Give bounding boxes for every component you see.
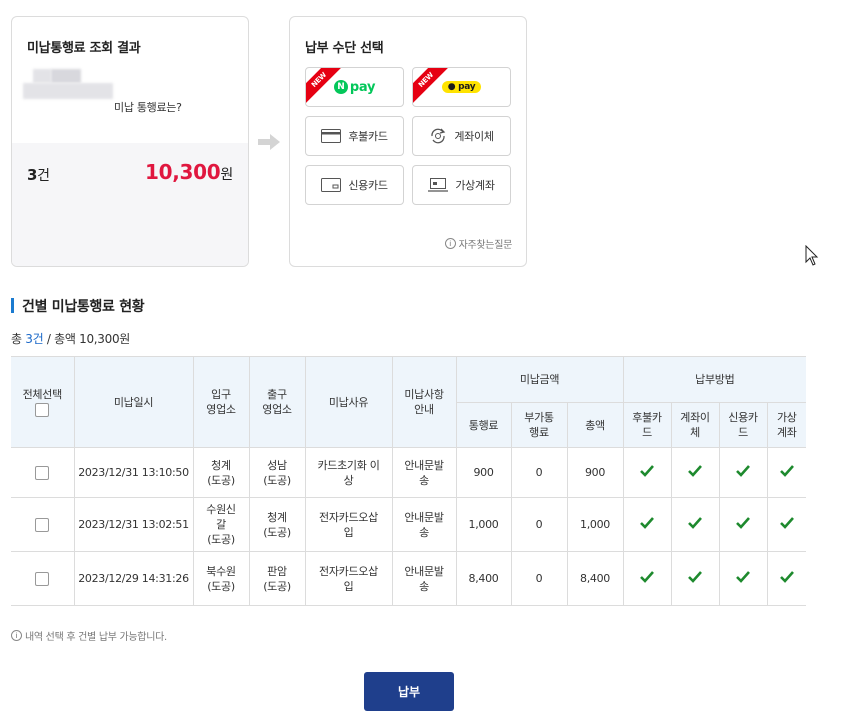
laptop-icon bbox=[428, 178, 449, 192]
check-icon bbox=[779, 464, 794, 477]
result-card-title: 미납통행료 조회 결과 bbox=[27, 41, 141, 56]
header-entry: 입구 영업소 bbox=[192, 356, 250, 448]
row-date: 2023/12/29 14:31:26 bbox=[73, 551, 194, 606]
account-transfer-button[interactable]: 계좌이체 bbox=[412, 116, 511, 156]
header-date: 미납일시 bbox=[73, 356, 194, 448]
kakao-pay-button[interactable]: NEW ● pay bbox=[412, 67, 511, 107]
header-toll: 통행료 bbox=[456, 402, 512, 448]
pay-submit-button[interactable]: 납부 bbox=[364, 672, 454, 711]
payment-method-title: 납부 수단 선택 bbox=[305, 41, 384, 56]
check-icon bbox=[688, 464, 703, 477]
virtual-account-button[interactable]: 가상계좌 bbox=[412, 165, 511, 205]
row-total: 900 bbox=[566, 447, 624, 498]
row-guide: 안내문발 송 bbox=[391, 497, 457, 552]
header-credit-card: 신용카 드 bbox=[718, 402, 768, 448]
credit-card-button[interactable]: 신용카드 bbox=[305, 165, 404, 205]
header-amount-group: 미납금액 bbox=[455, 356, 624, 403]
check-icon bbox=[688, 570, 703, 583]
check-icon bbox=[736, 516, 751, 529]
result-card: 미납통행료 조회 결과 미납 통행료는? 3건 10,300원 bbox=[11, 16, 249, 267]
row-surcharge: 0 bbox=[510, 551, 568, 606]
info-icon: i bbox=[11, 630, 22, 641]
select-all-header: 전체선택 bbox=[11, 356, 75, 448]
check-icon bbox=[736, 464, 751, 477]
header-guide: 미납사항 안내 bbox=[391, 356, 457, 448]
header-deferred-card: 후불카 드 bbox=[622, 402, 672, 448]
row-reason: 전자카드오삽 입 bbox=[304, 497, 393, 552]
select-all-checkbox[interactable] bbox=[35, 403, 50, 417]
header-total: 총액 bbox=[566, 402, 624, 448]
kakao-pay-logo: ● pay bbox=[441, 81, 482, 93]
deferred-card-button[interactable]: 후불카드 bbox=[305, 116, 404, 156]
row-total: 8,400 bbox=[566, 551, 624, 606]
mouse-cursor-icon bbox=[805, 245, 819, 266]
row-entry: 북수원 (도공) bbox=[192, 551, 250, 606]
row-reason: 전자카드오삽 입 bbox=[304, 551, 393, 606]
header-exit: 출구 영업소 bbox=[248, 356, 306, 448]
row-date: 2023/12/31 13:02:51 bbox=[73, 497, 194, 552]
row-entry: 수원신 갈 (도공) bbox=[192, 497, 250, 552]
naver-pay-button[interactable]: NEW Npay bbox=[305, 67, 404, 107]
unpaid-count: 3건 bbox=[27, 166, 50, 184]
unpaid-amount: 10,300원 bbox=[145, 160, 233, 184]
row-surcharge: 0 bbox=[510, 447, 568, 498]
summary-count: 3건 bbox=[25, 332, 44, 346]
row-checkbox[interactable] bbox=[35, 466, 50, 480]
table-row: 2023/12/29 14:31:26 북수원 (도공) 판암 (도공) 전자카… bbox=[11, 551, 807, 606]
section-title: 건별 미납통행료 현황 bbox=[11, 296, 145, 316]
header-reason: 미납사유 bbox=[304, 356, 393, 448]
row-exit: 청계 (도공) bbox=[248, 497, 306, 552]
header-method-group: 납부방법 bbox=[622, 356, 807, 403]
check-icon bbox=[640, 516, 655, 529]
unpaid-table: 전체선택 미납일시 입구 영업소 출구 영업소 미납사유 미납사항 안내 미납금… bbox=[11, 356, 807, 606]
row-reason: 카드초기화 이 상 bbox=[304, 447, 393, 498]
row-toll: 900 bbox=[455, 447, 512, 498]
card-icon bbox=[321, 129, 342, 143]
check-icon bbox=[736, 570, 751, 583]
selection-note: i 내역 선택 후 건별 납부 가능합니다. bbox=[11, 628, 167, 643]
credit-card-icon bbox=[321, 178, 342, 192]
check-icon bbox=[640, 464, 655, 477]
table-row: 2023/12/31 13:02:51 수원신 갈 (도공) 청계 (도공) 전… bbox=[11, 497, 807, 552]
info-icon: i bbox=[444, 238, 456, 249]
payment-method-card: 납부 수단 선택 NEW Npay NEW ● pay 후불카드 계좌이체 신용… bbox=[289, 16, 527, 267]
summary-line: 총 3건 / 총액 10,300원 bbox=[11, 332, 131, 346]
row-exit: 판암 (도공) bbox=[248, 551, 306, 606]
table-row: 2023/12/31 13:10:50 청계 (도공) 성남 (도공) 카드초기… bbox=[11, 447, 807, 498]
check-icon bbox=[779, 570, 794, 583]
transfer-icon bbox=[429, 127, 447, 145]
row-entry: 청계 (도공) bbox=[192, 447, 250, 498]
check-icon bbox=[779, 516, 794, 529]
row-checkbox[interactable] bbox=[35, 518, 50, 532]
faq-link[interactable]: i 자주찾는질문 bbox=[444, 236, 512, 251]
row-guide: 안내문발 송 bbox=[391, 447, 457, 498]
row-toll: 8,400 bbox=[455, 551, 512, 606]
arrow-right-icon bbox=[258, 134, 280, 150]
unpaid-question: 미납 통행료는? bbox=[114, 101, 182, 114]
check-icon bbox=[640, 570, 655, 583]
row-date: 2023/12/31 13:10:50 bbox=[73, 447, 194, 498]
blurred-name bbox=[23, 69, 123, 101]
row-surcharge: 0 bbox=[510, 497, 568, 552]
header-transfer: 계좌이 체 bbox=[670, 402, 720, 448]
header-virtual: 가상 계좌 bbox=[766, 402, 807, 448]
row-toll: 1,000 bbox=[455, 497, 512, 552]
header-surcharge: 부가통 행료 bbox=[510, 402, 568, 448]
row-total: 1,000 bbox=[566, 497, 624, 552]
row-exit: 성남 (도공) bbox=[248, 447, 306, 498]
check-icon bbox=[688, 516, 703, 529]
naver-pay-logo: Npay bbox=[333, 80, 375, 95]
row-guide: 안내문발 송 bbox=[391, 551, 457, 606]
row-checkbox[interactable] bbox=[35, 572, 50, 586]
